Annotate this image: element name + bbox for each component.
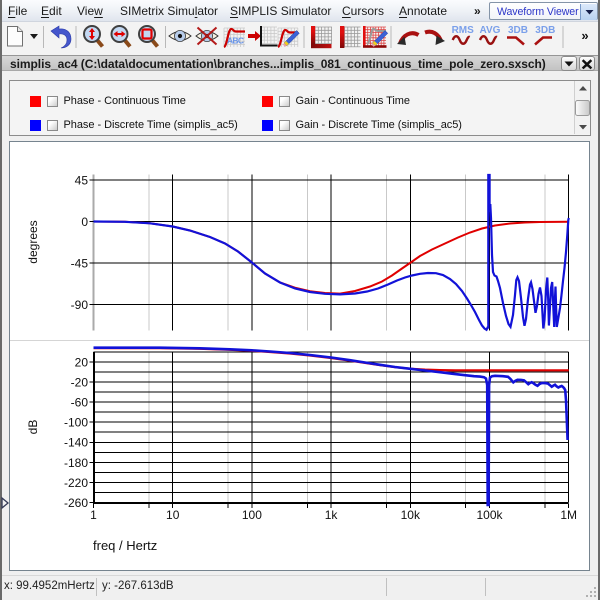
- svg-text:-60: -60: [71, 396, 89, 410]
- svg-text:100: 100: [242, 508, 262, 522]
- svg-text:-220: -220: [64, 476, 88, 490]
- svg-text:100k: 100k: [476, 508, 503, 522]
- svg-text:1k: 1k: [325, 508, 339, 522]
- svg-text:1M: 1M: [560, 508, 577, 522]
- svg-text:-45: -45: [71, 257, 89, 271]
- svg-text:dB: dB: [26, 420, 40, 435]
- svg-text:freq / Hertz: freq / Hertz: [93, 538, 157, 553]
- svg-text:degrees: degrees: [26, 220, 40, 263]
- svg-text:1: 1: [90, 508, 97, 522]
- svg-text:10: 10: [166, 508, 180, 522]
- svg-text:-20: -20: [71, 376, 89, 390]
- svg-text:-260: -260: [64, 496, 88, 510]
- svg-text:0: 0: [81, 215, 88, 229]
- svg-text:-100: -100: [64, 416, 88, 430]
- svg-text:-180: -180: [64, 456, 88, 470]
- svg-text:20: 20: [75, 355, 89, 369]
- svg-text:-140: -140: [64, 436, 88, 450]
- svg-text:10k: 10k: [401, 508, 421, 522]
- svg-text:-90: -90: [71, 298, 89, 312]
- svg-text:45: 45: [75, 174, 89, 188]
